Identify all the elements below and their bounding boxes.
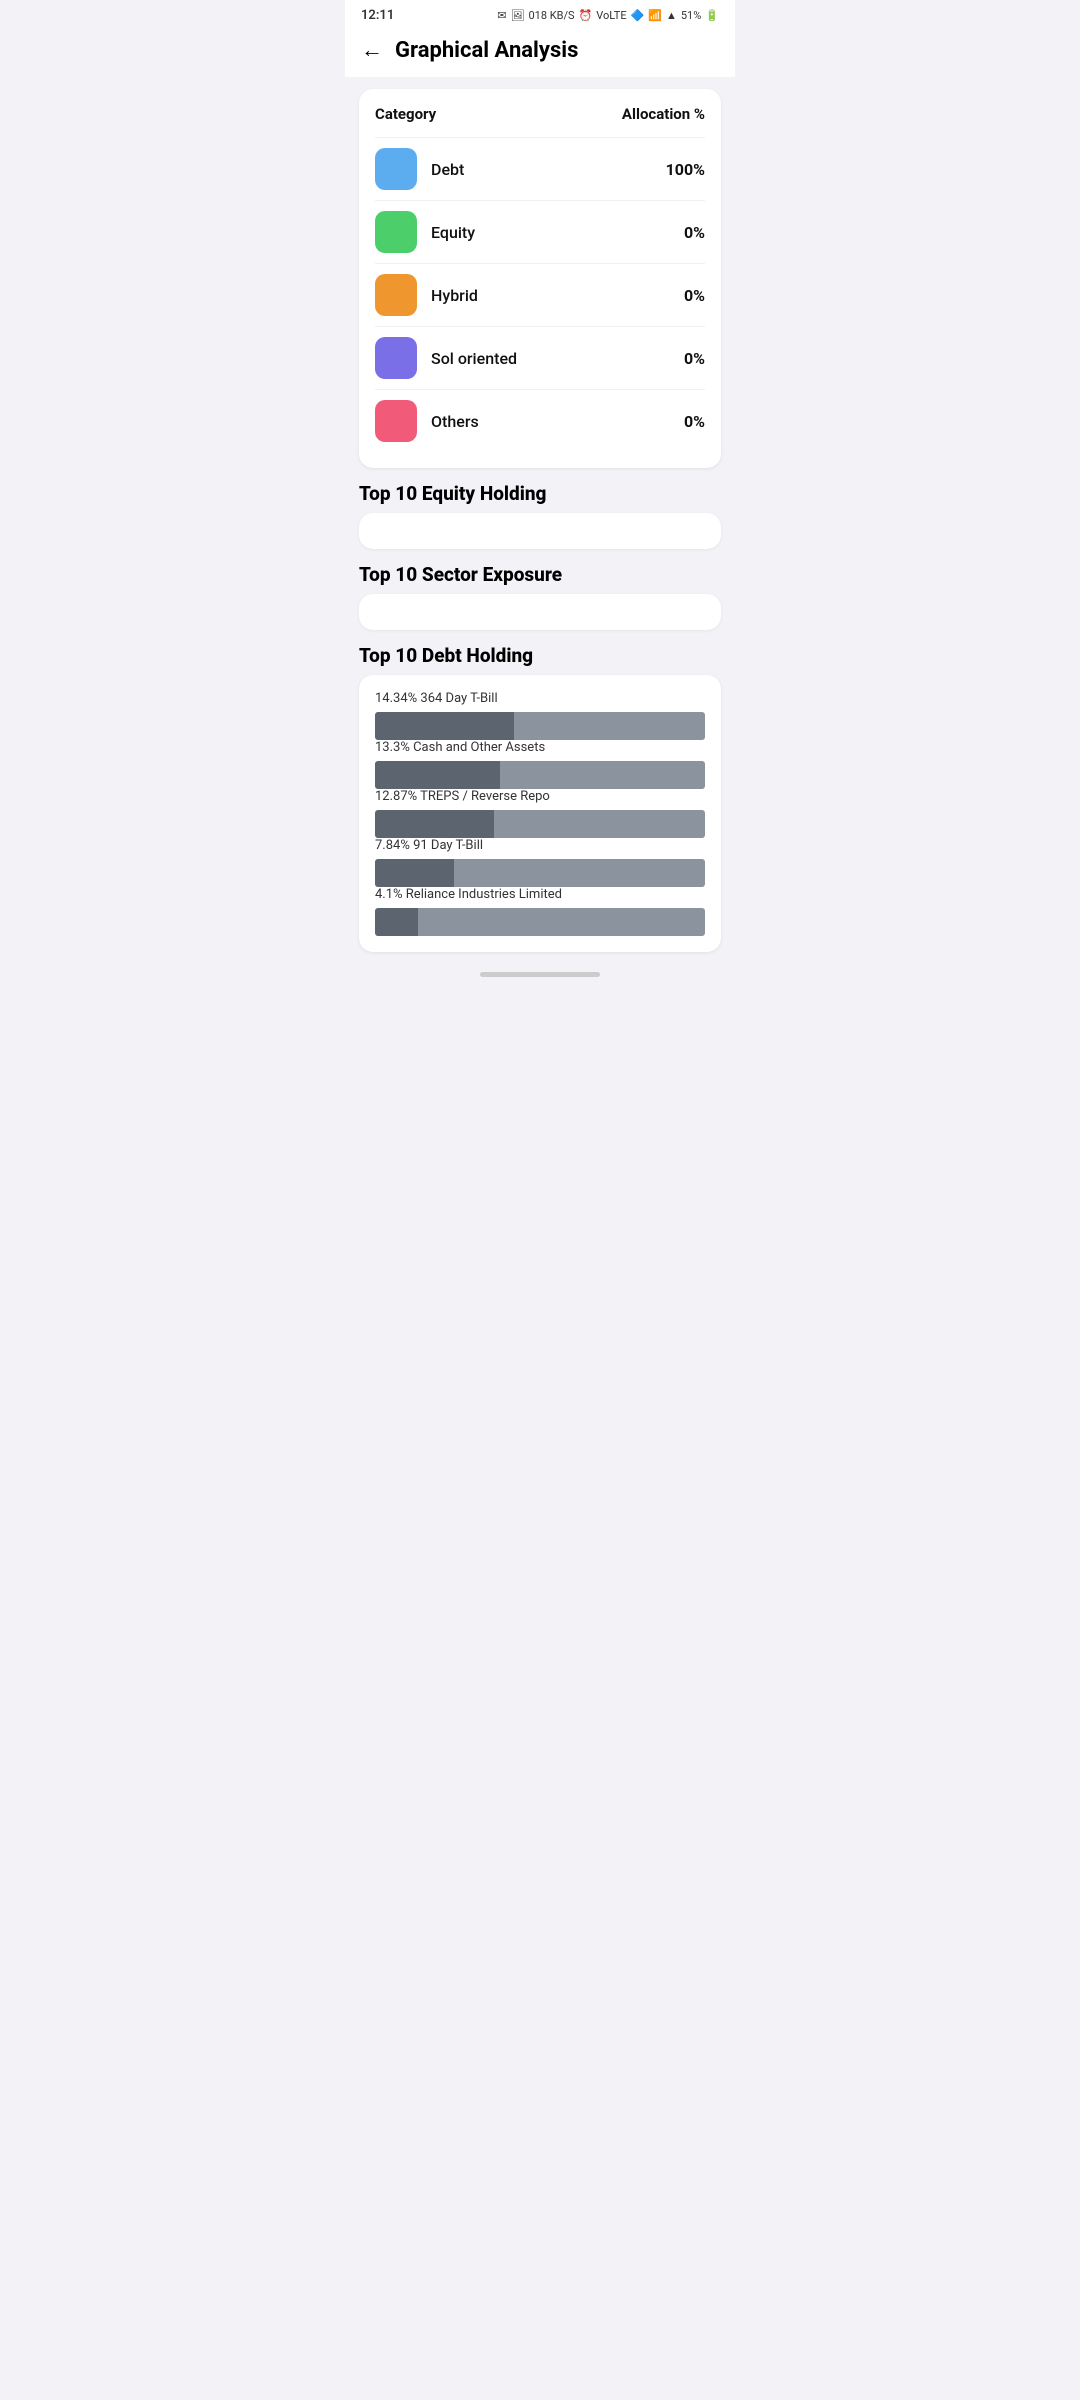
status-bar: 12:11 ✉ 🖼 018 KB/S ⏰ VoLTE 🔷 📶 ▲ 51% 🔋 bbox=[345, 0, 735, 27]
debt-bar bbox=[375, 859, 705, 887]
debt-heading: Top 10 Debt Holding bbox=[359, 644, 721, 667]
equity-empty-card bbox=[359, 513, 721, 549]
category-row: Sol oriented 0% bbox=[375, 326, 705, 389]
category-row: Others 0% bbox=[375, 389, 705, 452]
debt-bar-fill bbox=[375, 712, 514, 740]
category-left: Hybrid bbox=[375, 274, 478, 316]
allocation-value: 0% bbox=[684, 349, 705, 368]
bottom-indicator bbox=[345, 964, 735, 981]
equity-heading: Top 10 Equity Holding bbox=[359, 482, 721, 505]
category-left: Sol oriented bbox=[375, 337, 517, 379]
category-name: Others bbox=[431, 412, 479, 431]
debt-bar-fill bbox=[375, 908, 418, 936]
category-left: Debt bbox=[375, 148, 464, 190]
category-table-header: Category Allocation % bbox=[375, 105, 705, 123]
debt-section: Top 10 Debt Holding 14.34% 364 Day T-Bil… bbox=[359, 644, 721, 952]
debt-holdings-card: 14.34% 364 Day T-Bill 13.3% Cash and Oth… bbox=[359, 675, 721, 952]
category-allocation-card: Category Allocation % Debt 100% Equity 0… bbox=[359, 89, 721, 468]
battery-icon: 🔋 bbox=[705, 9, 719, 22]
status-icons: ✉ 🖼 018 KB/S ⏰ VoLTE 🔷 📶 ▲ 51% 🔋 bbox=[497, 9, 719, 22]
color-swatch bbox=[375, 148, 417, 190]
category-name: Hybrid bbox=[431, 286, 478, 305]
debt-bar-fill bbox=[375, 761, 500, 789]
color-swatch bbox=[375, 400, 417, 442]
debt-bar-fill bbox=[375, 859, 454, 887]
sector-empty-card bbox=[359, 594, 721, 630]
debt-bar bbox=[375, 761, 705, 789]
wifi-icon: 📶 bbox=[648, 9, 662, 22]
category-left: Others bbox=[375, 400, 479, 442]
debt-label: 14.34% 364 Day T-Bill bbox=[375, 691, 705, 706]
debt-label: 7.84% 91 Day T-Bill bbox=[375, 838, 705, 853]
debt-bar bbox=[375, 810, 705, 838]
debt-bar bbox=[375, 908, 705, 936]
alarm-icon: ⏰ bbox=[579, 9, 593, 22]
debt-item: 14.34% 364 Day T-Bill bbox=[375, 691, 705, 740]
main-content: Category Allocation % Debt 100% Equity 0… bbox=[345, 77, 735, 964]
debt-item: 7.84% 91 Day T-Bill bbox=[375, 838, 705, 887]
back-button[interactable]: ← bbox=[361, 37, 383, 63]
page-title: Graphical Analysis bbox=[395, 38, 578, 63]
debt-label: 4.1% Reliance Industries Limited bbox=[375, 887, 705, 902]
debt-label: 12.87% TREPS / Reverse Repo bbox=[375, 789, 705, 804]
allocation-value: 0% bbox=[684, 223, 705, 242]
debt-item: 12.87% TREPS / Reverse Repo bbox=[375, 789, 705, 838]
debt-label: 13.3% Cash and Other Assets bbox=[375, 740, 705, 755]
debt-item: 13.3% Cash and Other Assets bbox=[375, 740, 705, 789]
category-col-header: Category bbox=[375, 105, 436, 123]
category-name: Equity bbox=[431, 223, 475, 242]
mail-icon: ✉ bbox=[497, 9, 506, 22]
battery-level: 51% bbox=[681, 9, 701, 22]
color-swatch bbox=[375, 211, 417, 253]
debt-item: 4.1% Reliance Industries Limited bbox=[375, 887, 705, 936]
bottom-pill bbox=[480, 972, 600, 977]
allocation-col-header: Allocation % bbox=[622, 105, 705, 123]
page-header: ← Graphical Analysis bbox=[345, 27, 735, 77]
category-row: Hybrid 0% bbox=[375, 263, 705, 326]
category-name: Sol oriented bbox=[431, 349, 517, 368]
image-icon: 🖼 bbox=[511, 9, 525, 22]
color-swatch bbox=[375, 337, 417, 379]
color-swatch bbox=[375, 274, 417, 316]
category-row: Debt 100% bbox=[375, 137, 705, 200]
volte-icon: VoLTE bbox=[596, 9, 626, 22]
category-row: Equity 0% bbox=[375, 200, 705, 263]
category-name: Debt bbox=[431, 160, 464, 179]
allocation-value: 0% bbox=[684, 286, 705, 305]
status-time: 12:11 bbox=[361, 8, 394, 23]
data-speed: 018 KB/S bbox=[528, 9, 574, 22]
sector-section: Top 10 Sector Exposure bbox=[359, 563, 721, 630]
allocation-value: 100% bbox=[666, 160, 705, 179]
signal-icon: ▲ bbox=[666, 9, 677, 22]
debt-rows-container: 14.34% 364 Day T-Bill 13.3% Cash and Oth… bbox=[375, 691, 705, 936]
category-rows-container: Debt 100% Equity 0% Hybrid 0% Sol orient… bbox=[375, 137, 705, 452]
sector-heading: Top 10 Sector Exposure bbox=[359, 563, 721, 586]
debt-bar bbox=[375, 712, 705, 740]
equity-section: Top 10 Equity Holding bbox=[359, 482, 721, 549]
category-left: Equity bbox=[375, 211, 475, 253]
debt-bar-fill bbox=[375, 810, 494, 838]
allocation-value: 0% bbox=[684, 412, 705, 431]
bluetooth-icon: 🔷 bbox=[631, 9, 645, 22]
